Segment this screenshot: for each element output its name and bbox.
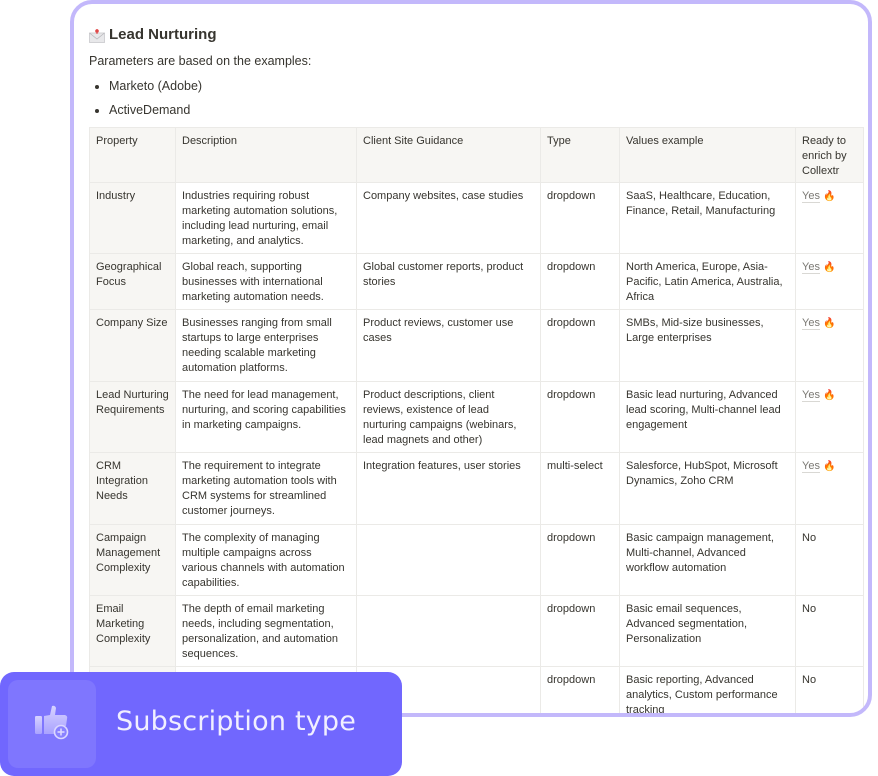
property-cell[interactable]: Geographical Focus — [89, 253, 176, 310]
fire-icon: 🔥 — [823, 318, 836, 329]
property-cell[interactable]: Industry — [89, 182, 176, 254]
values-cell[interactable]: SMBs, Mid-size businesses, Large enterpr… — [619, 309, 796, 382]
type-cell[interactable]: dropdown — [540, 182, 620, 254]
table-row[interactable]: Campaign Management Complexity The comple… — [89, 524, 864, 596]
type-cell[interactable]: multi-select — [540, 452, 620, 525]
banner-label: Subscription type — [116, 706, 357, 737]
ready-status: Yes — [802, 317, 820, 330]
table-row[interactable]: Email Marketing Complexity The depth of e… — [89, 595, 864, 667]
values-cell[interactable]: North America, Europe, Asia-Pacific, Lat… — [619, 253, 796, 310]
fire-icon: 🔥 — [823, 191, 836, 202]
guidance-cell[interactable]: Product descriptions, client reviews, ex… — [356, 381, 541, 453]
subscription-type-banner[interactable]: Subscription type — [0, 672, 402, 776]
guidance-cell[interactable] — [356, 524, 541, 596]
envelope-icon — [89, 28, 105, 43]
ready-cell[interactable]: Yes 🔥 — [795, 253, 864, 310]
intro-text: Parameters are based on the examples: — [89, 54, 312, 68]
property-cell[interactable]: CRM Integration Needs — [89, 452, 176, 525]
table-header-row: Property Description Client Site Guidanc… — [89, 127, 864, 183]
column-header-property[interactable]: Property — [89, 127, 176, 183]
values-cell[interactable]: Basic reporting, Advanced analytics, Cus… — [619, 666, 796, 713]
values-cell[interactable]: Basic email sequences, Advanced segmenta… — [619, 595, 796, 667]
description-cell[interactable]: Global reach, supporting businesses with… — [175, 253, 357, 310]
ready-cell[interactable]: Yes 🔥 — [795, 309, 864, 382]
ready-status: Yes — [802, 389, 820, 402]
ready-cell[interactable]: Yes 🔥 — [795, 182, 864, 254]
values-cell[interactable]: SaaS, Healthcare, Education, Finance, Re… — [619, 182, 796, 254]
page-title: Lead Nurturing — [89, 22, 868, 46]
description-cell[interactable]: The requirement to integrate marketing a… — [175, 452, 357, 525]
fire-icon: 🔥 — [823, 262, 836, 273]
type-cell[interactable]: dropdown — [540, 524, 620, 596]
fire-icon: 🔥 — [823, 461, 836, 472]
properties-table: Property Description Client Site Guidanc… — [89, 127, 864, 713]
card-content: Lead Nurturing Parameters are based on t… — [89, 22, 868, 713]
column-header-ready[interactable]: Ready to enrich by Collextr — [795, 127, 864, 183]
table-row[interactable]: Company Size Businesses ranging from smal… — [89, 309, 864, 382]
banner-icon-box — [8, 680, 96, 768]
description-cell[interactable]: The complexity of managing multiple camp… — [175, 524, 357, 596]
thumbs-up-plus-icon — [33, 704, 71, 745]
description-cell[interactable]: The depth of email marketing needs, incl… — [175, 595, 357, 667]
type-cell[interactable]: dropdown — [540, 595, 620, 667]
values-cell[interactable]: Basic lead nurturing, Advanced lead scor… — [619, 381, 796, 453]
column-header-description[interactable]: Description — [175, 127, 357, 183]
ready-status: Yes — [802, 261, 820, 274]
ready-status: Yes — [802, 460, 820, 473]
type-cell[interactable]: dropdown — [540, 666, 620, 713]
ready-cell[interactable]: No — [795, 595, 864, 667]
ready-cell[interactable]: No — [795, 524, 864, 596]
ready-status: No — [802, 674, 817, 686]
property-cell[interactable]: Lead Nurturing Requirements — [89, 381, 176, 453]
column-header-type[interactable]: Type — [540, 127, 620, 183]
guidance-cell[interactable]: Integration features, user stories — [356, 452, 541, 525]
property-cell[interactable]: Email Marketing Complexity — [89, 595, 176, 667]
ready-cell[interactable]: No — [795, 666, 864, 713]
type-cell[interactable]: dropdown — [540, 253, 620, 310]
table-row[interactable]: Geographical Focus Global reach, supporti… — [89, 253, 864, 310]
property-cell[interactable]: Company Size — [89, 309, 176, 382]
ready-status: No — [802, 603, 817, 615]
values-cell[interactable]: Basic campaign management, Multi-channel… — [619, 524, 796, 596]
type-cell[interactable]: dropdown — [540, 309, 620, 382]
description-cell[interactable]: Businesses ranging from small startups t… — [175, 309, 357, 382]
guidance-cell[interactable]: Global customer reports, product stories — [356, 253, 541, 310]
ready-status: Yes — [802, 190, 820, 203]
ready-status: No — [802, 532, 817, 544]
examples-list: Marketo (Adobe) ActiveDemand — [89, 74, 868, 122]
table-row[interactable]: Industry Industries requiring robust mark… — [89, 182, 864, 254]
lead-nurturing-card: Lead Nurturing Parameters are based on t… — [70, 0, 872, 717]
column-header-values[interactable]: Values example — [619, 127, 796, 183]
column-header-guidance[interactable]: Client Site Guidance — [356, 127, 541, 183]
guidance-cell[interactable]: Company websites, case studies — [356, 182, 541, 254]
type-cell[interactable]: dropdown — [540, 381, 620, 453]
fire-icon: 🔥 — [823, 390, 836, 401]
property-cell[interactable]: Campaign Management Complexity — [89, 524, 176, 596]
page-title-text: Lead Nurturing — [109, 25, 217, 43]
description-cell[interactable]: Industries requiring robust marketing au… — [175, 182, 357, 254]
guidance-cell[interactable] — [356, 595, 541, 667]
guidance-cell[interactable]: Product reviews, customer use cases — [356, 309, 541, 382]
table-row[interactable]: CRM Integration Needs The requirement to … — [89, 452, 864, 525]
ready-cell[interactable]: Yes 🔥 — [795, 381, 864, 453]
table-row[interactable]: Lead Nurturing Requirements The need for … — [89, 381, 864, 453]
description-cell[interactable]: The need for lead management, nurturing,… — [175, 381, 357, 453]
ready-cell[interactable]: Yes 🔥 — [795, 452, 864, 525]
values-cell[interactable]: Salesforce, HubSpot, Microsoft Dynamics,… — [619, 452, 796, 525]
example-item: ActiveDemand — [109, 98, 868, 122]
example-item: Marketo (Adobe) — [109, 74, 868, 98]
